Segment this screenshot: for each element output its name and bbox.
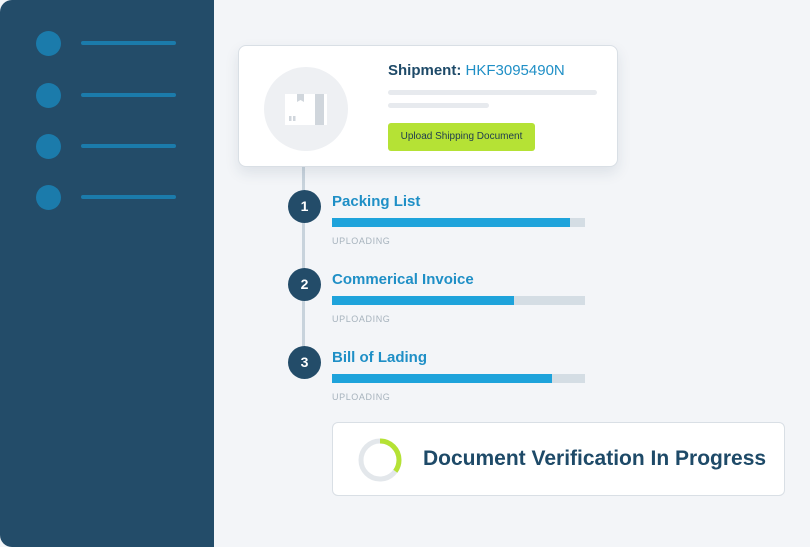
document-title: Commerical Invoice [332, 271, 474, 288]
verification-panel: Document Verification In Progress [332, 422, 785, 496]
upload-shipping-document-button[interactable]: Upload Shipping Document [388, 123, 535, 151]
step-number-badge: 3 [288, 346, 321, 379]
sidebar-item-2[interactable] [36, 83, 186, 109]
step-number-badge: 2 [288, 268, 321, 301]
upload-progress-fill [332, 374, 553, 383]
document-step: 2 Commerical Invoice UPLOADING [288, 268, 598, 328]
upload-progress-bar [332, 218, 585, 227]
nav-label-placeholder [81, 195, 176, 199]
shipment-label: Shipment: [388, 62, 462, 79]
verification-status-text: Document Verification In Progress [423, 447, 767, 470]
box-icon [264, 67, 348, 151]
nav-dot-icon [36, 83, 61, 108]
upload-status: UPLOADING [332, 236, 391, 246]
upload-status: UPLOADING [332, 314, 391, 324]
upload-progress-bar [332, 296, 585, 305]
nav-label-placeholder [81, 41, 176, 45]
upload-progress-bar [332, 374, 585, 383]
upload-status: UPLOADING [332, 392, 391, 402]
nav-label-placeholder [81, 93, 176, 97]
upload-progress-fill [332, 218, 570, 227]
nav-dot-icon [36, 31, 61, 56]
shipment-title: Shipment: HKF3095490N [388, 62, 565, 79]
sidebar [0, 0, 214, 547]
text-placeholder [388, 90, 597, 95]
document-step: 3 Bill of Lading UPLOADING [288, 346, 598, 406]
nav-dot-icon [36, 185, 61, 210]
shipment-id: HKF3095490N [465, 62, 565, 79]
sidebar-item-1[interactable] [36, 31, 186, 57]
sidebar-item-3[interactable] [36, 134, 186, 160]
sidebar-item-4[interactable] [36, 185, 186, 211]
nav-label-placeholder [81, 144, 176, 148]
upload-progress-fill [332, 296, 515, 305]
progress-ring-icon [358, 438, 402, 482]
shipment-card: Shipment: HKF3095490N Upload Shipping Do… [238, 45, 618, 167]
document-title: Bill of Lading [332, 349, 427, 366]
nav-dot-icon [36, 134, 61, 159]
document-step: 1 Packing List UPLOADING [288, 190, 598, 250]
step-number-badge: 1 [288, 190, 321, 223]
document-title: Packing List [332, 193, 421, 210]
text-placeholder [388, 103, 489, 108]
